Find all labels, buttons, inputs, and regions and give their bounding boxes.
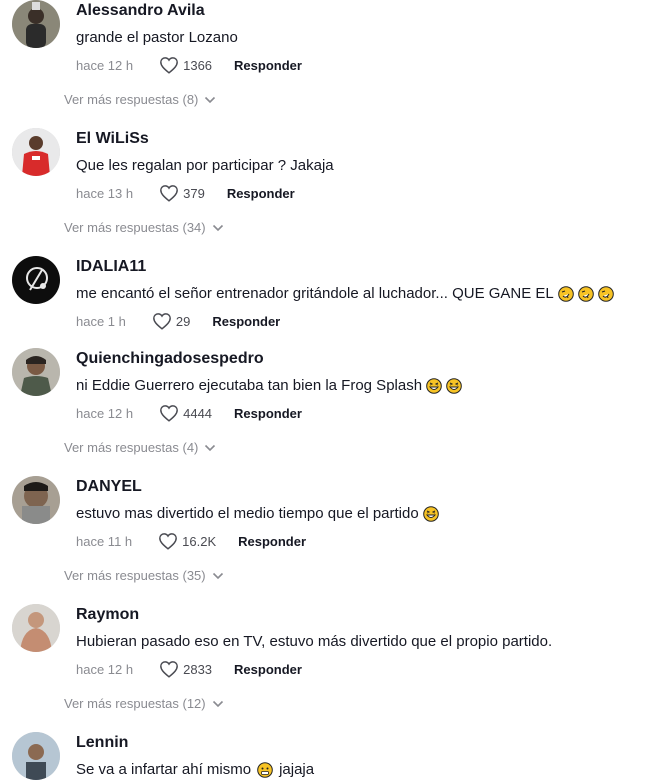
like-count: 29: [175, 313, 191, 329]
comment-text: estuvo mas divertido el medio tiempo que…: [76, 505, 439, 522]
comment-username[interactable]: Quienchingadosespedro: [76, 350, 264, 368]
comment-time: hace 12 h: [76, 57, 134, 73]
comment-text-content: Que les regalan por participar ? Jakaja: [76, 157, 334, 174]
avatar[interactable]: [12, 476, 60, 524]
view-more-replies-label: Ver más respuestas (34): [64, 220, 206, 235]
avatar[interactable]: [12, 348, 60, 396]
heart-outline-icon: [152, 313, 171, 330]
avatar[interactable]: [12, 732, 60, 780]
comment-meta: hace 12 h 4444 Responder: [76, 404, 302, 422]
avatar[interactable]: [12, 256, 60, 304]
reply-button[interactable]: Responder: [234, 662, 302, 677]
comment-text: ni Eddie Guerrero ejecutaba tan bien la …: [76, 377, 462, 394]
like-count: 16.2K: [182, 533, 217, 549]
comment-text: Hubieran pasado eso en TV, estuvo más di…: [76, 633, 552, 650]
chevron-down-icon: [212, 572, 223, 579]
view-more-replies-label: Ver más respuestas (4): [64, 440, 199, 455]
like-button[interactable]: 1366: [159, 56, 234, 74]
grinning-squinting-face-emoji: [426, 377, 442, 394]
comment-text-content: me encantó el señor entrenador gritándol…: [76, 285, 554, 302]
comment-text-content: Se va a infartar ahí mismo: [76, 761, 252, 778]
like-button[interactable]: 379: [159, 184, 227, 202]
reply-button[interactable]: Responder: [227, 186, 295, 201]
comment-text-suffix: jajaja: [279, 761, 315, 778]
grinning-squinting-face-emoji: [446, 377, 462, 394]
comment-text: Se va a infartar ahí mismo jajaja: [76, 761, 314, 778]
view-more-replies-label: Ver más respuestas (8): [64, 92, 199, 107]
comment-text-content: grande el pastor Lozano: [76, 29, 238, 46]
comment-text: grande el pastor Lozano: [76, 29, 238, 46]
comment-text: Que les regalan por participar ? Jakaja: [76, 157, 334, 174]
reply-button[interactable]: Responder: [234, 406, 302, 421]
comment-username[interactable]: Raymon: [76, 606, 139, 624]
avatar[interactable]: [12, 128, 60, 176]
rolling-on-floor-laughing-emoji: [597, 285, 614, 302]
rolling-on-floor-laughing-emoji: [577, 285, 594, 302]
comment-username[interactable]: Alessandro Avila: [76, 2, 205, 20]
like-button[interactable]: 4444: [159, 404, 234, 422]
comment-meta: hace 1 h 29 Responder: [76, 312, 280, 330]
comment-meta: hace 13 h 379 Responder: [76, 184, 295, 202]
heart-outline-icon: [160, 405, 179, 422]
heart-outline-icon: [160, 661, 179, 678]
comment-text-content: Hubieran pasado eso en TV, estuvo más di…: [76, 633, 553, 650]
like-count: 379: [183, 185, 205, 201]
comment-time: hace 1 h: [76, 313, 126, 329]
view-more-replies-button[interactable]: Ver más respuestas (12): [64, 696, 224, 711]
comment-text: me encantó el señor entrenador gritándol…: [76, 285, 614, 302]
like-count: 4444: [183, 405, 213, 421]
like-button[interactable]: 2833: [159, 660, 234, 678]
grinning-squinting-face-emoji: [422, 505, 439, 522]
avatar[interactable]: [12, 604, 60, 652]
comment-time: hace 13 h: [76, 185, 134, 201]
comment-username[interactable]: IDALIA11: [76, 258, 146, 276]
reply-button[interactable]: Responder: [238, 534, 306, 549]
heart-outline-icon: [160, 57, 179, 74]
comment-time: hace 12 h: [76, 405, 134, 421]
comment-username[interactable]: DANYEL: [76, 478, 142, 496]
chevron-down-icon: [212, 224, 223, 231]
like-count: 2833: [183, 661, 213, 677]
chevron-down-icon: [212, 700, 223, 707]
view-more-replies-button[interactable]: Ver más respuestas (4): [64, 440, 216, 455]
view-more-replies-button[interactable]: Ver más respuestas (8): [64, 92, 216, 107]
comment-username[interactable]: Lennin: [76, 734, 128, 752]
like-button[interactable]: 29: [152, 312, 212, 330]
comment-time: hace 11 h: [76, 533, 133, 549]
comment-meta: hace 11 h 16.2K Responder: [76, 532, 306, 550]
chevron-down-icon: [205, 96, 216, 103]
grimacing-face-emoji: [257, 761, 273, 778]
reply-button[interactable]: Responder: [212, 314, 280, 329]
comment-username[interactable]: El WiLiSs: [76, 130, 149, 148]
comment-time: hace 12 h: [76, 661, 134, 677]
like-button[interactable]: 16.2K: [158, 532, 238, 550]
like-count: 1366: [183, 57, 213, 73]
chevron-down-icon: [205, 444, 216, 451]
heart-outline-icon: [159, 533, 178, 550]
heart-outline-icon: [160, 185, 179, 202]
avatar[interactable]: [12, 0, 60, 48]
view-more-replies-button[interactable]: Ver más respuestas (34): [64, 220, 224, 235]
comment-text-content: ni Eddie Guerrero ejecutaba tan bien la …: [76, 377, 423, 394]
view-more-replies-label: Ver más respuestas (35): [64, 568, 206, 583]
view-more-replies-label: Ver más respuestas (12): [64, 696, 206, 711]
comment-text-content: estuvo mas divertido el medio tiempo que…: [76, 505, 419, 522]
reply-button[interactable]: Responder: [234, 58, 302, 73]
rolling-on-floor-laughing-emoji: [557, 285, 574, 302]
view-more-replies-button[interactable]: Ver más respuestas (35): [64, 568, 224, 583]
comment-meta: hace 12 h 2833 Responder: [76, 660, 302, 678]
comment-meta: hace 12 h 1366 Responder: [76, 56, 302, 74]
